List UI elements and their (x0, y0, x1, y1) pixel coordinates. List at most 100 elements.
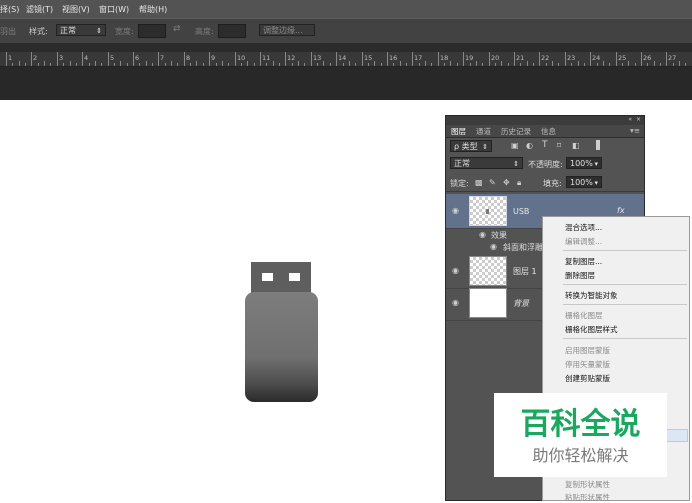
ruler-minor-tick (330, 63, 331, 66)
close-icon[interactable]: × (636, 116, 641, 123)
chevron-down-icon: ⇕ (96, 27, 102, 35)
ruler-minor-tick (120, 61, 121, 66)
ruler-minor-tick (273, 61, 274, 66)
menu-separator (563, 338, 687, 339)
effect-eye-icon[interactable]: ◉ (490, 242, 497, 251)
tab-history[interactable]: 历史记录 (501, 126, 531, 137)
height-input[interactable] (218, 24, 246, 38)
menu-item-rasterize-layer[interactable]: 栅格化图层 (565, 310, 603, 321)
type-filter-icon[interactable]: T (542, 140, 548, 150)
effects-eye-icon[interactable]: ◉ (479, 230, 486, 239)
tab-channels[interactable]: 通道 (476, 126, 491, 137)
menu-item-rasterize-layer-style[interactable]: 栅格化图层样式 (565, 324, 618, 335)
ruler-minor-tick (247, 61, 248, 66)
menu-window[interactable]: 窗口(W) (99, 4, 129, 15)
menu-help[interactable]: 帮助(H) (139, 4, 167, 15)
visibility-eye-icon[interactable]: ◉ (452, 266, 459, 275)
panel-menu-icon[interactable]: ▾≡ (630, 126, 640, 135)
width-input[interactable] (138, 24, 166, 38)
ruler-major-tick (133, 52, 134, 66)
lock-brush-icon[interactable]: ✎ (489, 178, 496, 187)
ruler-major-tick (235, 52, 236, 66)
menu-item-disable-vector-mask[interactable]: 停用矢量蒙版 (565, 359, 610, 370)
opacity-value: 100% (570, 159, 593, 168)
ruler-minor-tick (317, 63, 318, 66)
ruler-minor-tick (127, 63, 128, 66)
adjustment-filter-icon[interactable]: ◐ (526, 141, 533, 150)
menu-item-delete-layer[interactable]: 删除图层 (565, 270, 595, 281)
visibility-eye-icon[interactable]: ◉ (452, 206, 459, 215)
ruler-minor-tick (393, 63, 394, 66)
ruler-minor-tick (228, 63, 229, 66)
ruler-tick-label: 8 (186, 54, 191, 62)
tab-layers[interactable]: 图层 (451, 126, 466, 137)
menu-item-edit-adjustment[interactable]: 编辑调整... (565, 236, 602, 247)
menu-view[interactable]: 视图(V) (62, 4, 90, 15)
smart-object-filter-icon[interactable]: ◧ (572, 141, 580, 150)
menu-item-paste-shape-attributes[interactable]: 粘贴形状属性 (565, 492, 610, 503)
ruler-major-tick (260, 52, 261, 66)
fx-icon[interactable]: fx (617, 206, 625, 215)
layer-name[interactable]: 背景 (513, 298, 529, 309)
menu-item-blending-options[interactable]: 混合选项... (565, 222, 602, 233)
ruler-minor-tick (146, 61, 147, 66)
lock-all-icon[interactable]: 🔒︎ (517, 178, 521, 188)
ruler-minor-tick (628, 61, 629, 66)
fill-input[interactable]: 100% ▾ (566, 176, 602, 188)
filter-toggle-icon[interactable] (596, 140, 600, 150)
ruler-minor-tick (679, 61, 680, 66)
ruler-minor-tick (457, 63, 458, 66)
fill-label: 填充: (543, 179, 562, 188)
ruler-major-tick (31, 52, 32, 66)
opacity-label: 不透明度: (528, 160, 563, 169)
ruler-minor-tick (622, 63, 623, 66)
style-select[interactable]: 正常 ⇕ (56, 24, 106, 36)
ruler-minor-tick (444, 63, 445, 66)
menu-filter[interactable]: 滤镜(T) (26, 4, 53, 15)
ruler-minor-tick (355, 63, 356, 66)
ruler-minor-tick (95, 61, 96, 66)
ruler-minor-tick (63, 63, 64, 66)
visibility-eye-icon[interactable]: ◉ (452, 298, 459, 307)
ruler-major-tick (438, 52, 439, 66)
watermark-subtitle: 助你轻松解决 (532, 446, 629, 465)
shape-filter-icon[interactable]: ⌑ (557, 141, 561, 150)
ruler-tick-label: 15 (364, 54, 373, 62)
collapse-icon[interactable]: « (628, 116, 632, 123)
menu-item-convert-smart-object[interactable]: 转换为智能对象 (565, 290, 618, 301)
ruler-minor-tick (254, 63, 255, 66)
ruler-minor-tick (597, 63, 598, 66)
menu-select[interactable]: 择(S) (0, 4, 19, 15)
lock-move-icon[interactable]: ✥ (503, 178, 510, 187)
refine-edge-button[interactable]: 调整边缘... (259, 24, 315, 36)
ruler-minor-tick (419, 63, 420, 66)
ruler-tick-label: 16 (389, 54, 398, 62)
swap-icon[interactable]: ⇄ (173, 24, 181, 34)
ruler-major-tick (489, 52, 490, 66)
ruler-major-tick (311, 52, 312, 66)
ruler-minor-tick (203, 63, 204, 66)
menu-item-copy-shape-attributes[interactable]: 复制形状属性 (565, 479, 610, 490)
menu-item-create-clipping-mask[interactable]: 创建剪贴蒙版 (565, 373, 610, 384)
filter-kind-select[interactable]: ρ 类型 ⇕ (450, 140, 492, 152)
ruler-minor-tick (298, 61, 299, 66)
blend-mode-select[interactable]: 正常 ⇕ (450, 157, 523, 169)
pixel-filter-icon[interactable]: ▣ (511, 141, 519, 150)
lock-transparent-icon[interactable]: ▩ (475, 178, 483, 187)
layer-name[interactable]: 图层 1 (513, 266, 537, 277)
ruler-tick-label: 6 (135, 54, 140, 62)
ruler-tick-label: 9 (211, 54, 216, 62)
menu-separator (563, 284, 687, 285)
tab-info[interactable]: 信息 (541, 126, 556, 137)
ruler-major-tick (539, 52, 540, 66)
ruler-minor-tick (508, 63, 509, 66)
opacity-input[interactable]: 100% ▾ (566, 157, 602, 169)
ruler-minor-tick (647, 63, 648, 66)
chevron-down-icon: ▾ (594, 160, 598, 168)
layer-name[interactable]: USB (513, 207, 529, 216)
ruler-minor-tick (571, 63, 572, 66)
menu-item-enable-layer-mask[interactable]: 启用图层蒙版 (565, 345, 610, 356)
ruler-tick-label: 5 (110, 54, 115, 62)
style-select-value: 正常 (60, 26, 76, 35)
menu-item-duplicate-layer[interactable]: 复制图层... (565, 256, 602, 267)
